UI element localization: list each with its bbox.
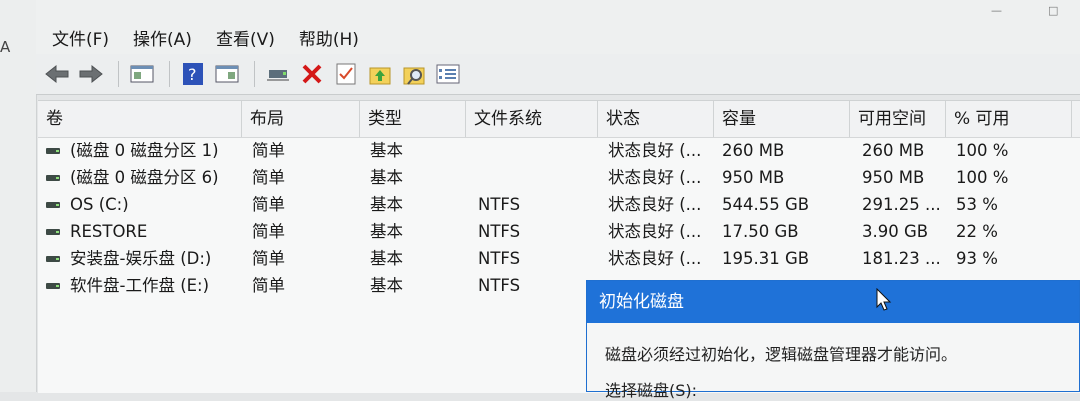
volume-layout: 简单: [252, 195, 285, 214]
volume-name: 安装盘-娱乐盘 (D:): [70, 249, 212, 268]
volume-type: 基本: [370, 168, 403, 187]
volume-percent-free: 53 %: [956, 195, 998, 214]
table-row[interactable]: RESTORE 简单 基本 NTFS 状态良好 (... 17.50 GB 3.…: [38, 218, 1080, 245]
volume-percent-free: 93 %: [956, 249, 998, 268]
volume-status: 状态良好 (...: [608, 222, 702, 241]
volume-filesystem: NTFS: [478, 249, 521, 268]
table-row[interactable]: 安装盘-娱乐盘 (D:) 简单 基本 NTFS 状态良好 (... 195.31…: [38, 245, 1080, 272]
volume-status: 状态良好 (...: [608, 249, 702, 268]
menu-action[interactable]: 操作(A): [133, 25, 192, 50]
toolbar: ?: [36, 54, 1080, 95]
volume-free-space: 3.90 GB: [862, 222, 929, 241]
folder-up-icon[interactable]: [365, 60, 395, 88]
volume-icon: [46, 148, 60, 154]
menu-view[interactable]: 查看(V): [216, 25, 275, 50]
volume-capacity: 17.50 GB: [722, 222, 799, 241]
volume-name: 软件盘-工作盘 (E:): [70, 276, 210, 295]
background-window-text: A: [0, 38, 11, 56]
column-header-free-space[interactable]: 可用空间: [850, 101, 946, 137]
column-header-capacity[interactable]: 容量: [714, 101, 850, 137]
volume-name: OS (C:): [70, 195, 129, 214]
volume-status: 状态良好 (...: [608, 168, 702, 187]
search-folder-icon[interactable]: [399, 60, 429, 88]
column-header-row: 卷 布局 类型 文件系统 状态 容量 可用空间 % 可用: [38, 101, 1080, 138]
toolbar-separator: [254, 61, 255, 87]
volume-layout: 简单: [252, 249, 285, 268]
volume-icon: [46, 202, 60, 208]
dialog-message: 磁盘必须经过初始化，逻辑磁盘管理器才能访问。: [605, 345, 958, 364]
forward-arrow-icon[interactable]: [76, 60, 106, 88]
volume-layout: 简单: [252, 222, 285, 241]
volume-capacity: 544.55 GB: [722, 195, 810, 214]
volume-type: 基本: [370, 141, 403, 160]
dialog-title[interactable]: 初始化磁盘: [587, 281, 1079, 323]
toolbar-separator: [169, 61, 170, 87]
title-bar: — □: [36, 0, 1080, 20]
menu-help[interactable]: 帮助(H): [299, 25, 359, 50]
volume-capacity: 260 MB: [722, 141, 785, 160]
volume-icon: [46, 256, 60, 262]
volume-free-space: 260 MB: [862, 141, 925, 160]
table-row[interactable]: OS (C:) 简单 基本 NTFS 状态良好 (... 544.55 GB 2…: [38, 191, 1080, 218]
volume-name: (磁盘 0 磁盘分区 1): [70, 141, 219, 160]
volume-name: RESTORE: [70, 222, 148, 241]
volume-layout: 简单: [252, 168, 285, 187]
table-row[interactable]: (磁盘 0 磁盘分区 6) 简单 基本 状态良好 (... 950 MB 950…: [38, 164, 1080, 191]
volume-type: 基本: [370, 195, 403, 214]
toolbar-separator: [118, 61, 119, 87]
volume-filesystem: [478, 164, 588, 191]
volume-icon: [46, 175, 60, 181]
volume-filesystem: NTFS: [478, 276, 521, 295]
volume-capacity: 195.31 GB: [722, 249, 810, 268]
volume-icon: [46, 283, 60, 289]
volume-layout: 简单: [252, 276, 285, 295]
volume-status: 状态良好 (...: [608, 141, 702, 160]
column-header-status[interactable]: 状态: [598, 101, 714, 137]
volume-capacity: 950 MB: [722, 168, 785, 187]
column-header-volume[interactable]: 卷: [38, 101, 242, 137]
volume-type: 基本: [370, 249, 403, 268]
column-header-filesystem[interactable]: 文件系统: [466, 101, 598, 137]
select-disk-label: 选择磁盘(S):: [605, 381, 698, 400]
volume-type: 基本: [370, 276, 403, 295]
volume-percent-free: 100 %: [956, 141, 1009, 160]
volume-percent-free: 100 %: [956, 168, 1009, 187]
volume-free-space: 950 MB: [862, 168, 925, 187]
volume-icon: [46, 229, 60, 235]
mouse-cursor-icon: [876, 287, 892, 316]
column-header-type[interactable]: 类型: [360, 101, 466, 137]
console-tree-icon[interactable]: [127, 60, 157, 88]
column-header-percent-free[interactable]: % 可用: [946, 101, 1072, 137]
menu-file[interactable]: 文件(F): [52, 25, 109, 50]
volume-filesystem: NTFS: [478, 222, 521, 241]
initialize-disk-dialog: 初始化磁盘 磁盘必须经过初始化，逻辑磁盘管理器才能访问。 选择磁盘(S):: [586, 280, 1080, 400]
minimize-icon[interactable]: —: [991, 4, 1005, 17]
help-icon[interactable]: ?: [178, 60, 208, 88]
volume-layout: 简单: [252, 141, 285, 160]
list-view-icon[interactable]: [433, 60, 463, 88]
volume-free-space: 181.23 ...: [862, 249, 941, 268]
volume-filesystem: NTFS: [478, 195, 521, 214]
volume-percent-free: 22 %: [956, 222, 998, 241]
delete-icon[interactable]: [297, 60, 327, 88]
column-header-layout[interactable]: 布局: [242, 101, 360, 137]
volume-free-space: 291.25 ...: [862, 195, 941, 214]
volume-filesystem: [478, 137, 588, 164]
volume-type: 基本: [370, 222, 403, 241]
volume-name: (磁盘 0 磁盘分区 6): [70, 168, 219, 187]
svg-text:?: ?: [188, 65, 197, 84]
properties-icon[interactable]: [331, 60, 361, 88]
volume-status: 状态良好 (...: [608, 195, 702, 214]
connect-icon[interactable]: [263, 60, 293, 88]
menu-bar: 文件(F) 操作(A) 查看(V) 帮助(H): [36, 20, 1080, 54]
background-window-strip: A: [0, 0, 37, 392]
maximize-icon[interactable]: □: [1048, 4, 1062, 17]
table-row[interactable]: (磁盘 0 磁盘分区 1) 简单 基本 状态良好 (... 260 MB 260…: [38, 137, 1080, 164]
back-arrow-icon[interactable]: [42, 60, 72, 88]
details-pane-icon[interactable]: [212, 60, 242, 88]
